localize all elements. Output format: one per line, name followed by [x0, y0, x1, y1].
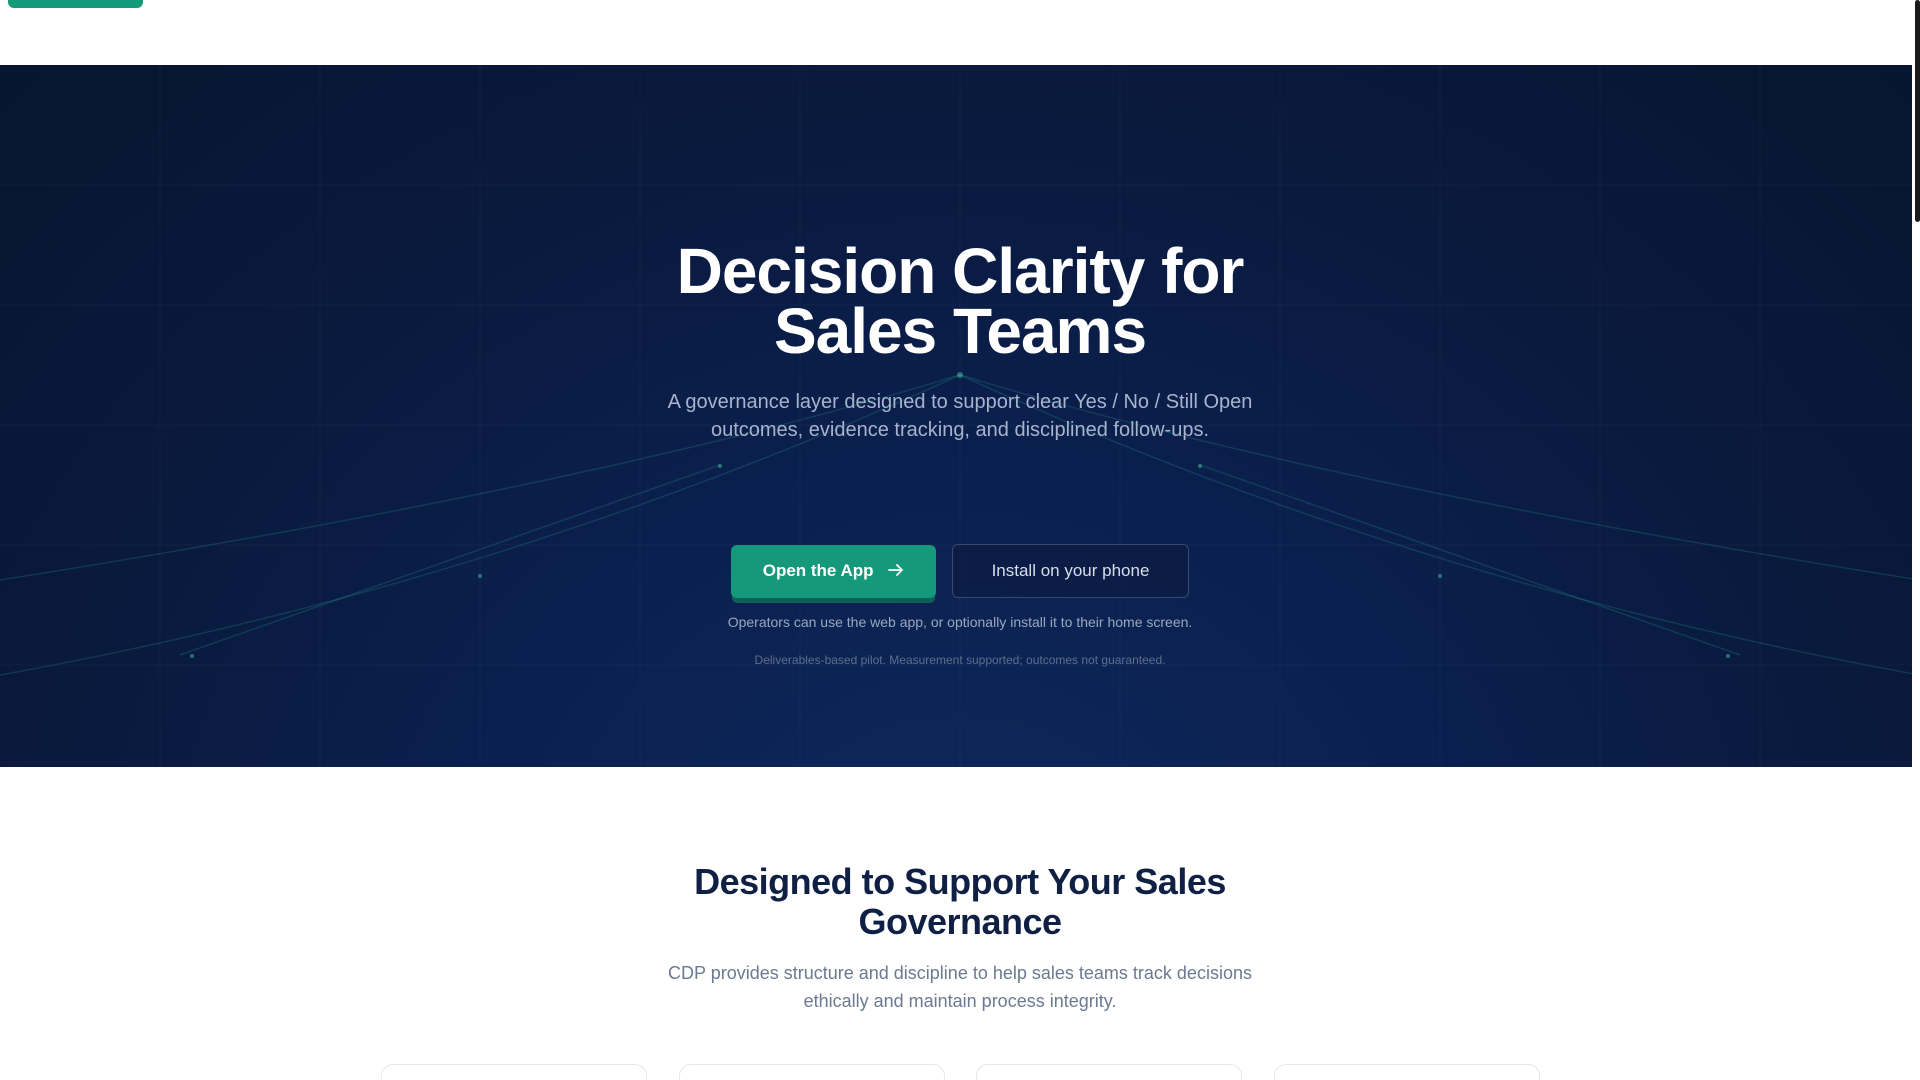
- top-nav-bar: [0, 0, 1920, 65]
- hero-section: Decision Clarity for Sales Teams A gover…: [0, 65, 1920, 767]
- install-phone-button[interactable]: Install on your phone: [952, 544, 1189, 598]
- hero-subtitle-line-2: outcomes, evidence tracking, and discipl…: [710, 419, 1210, 441]
- features-subtitle-line-2: ethically and maintain process integrity…: [803, 991, 1117, 1011]
- features-subtitle: CDP provides structure and discipline to…: [560, 959, 1360, 1015]
- features-title-line-2: Governance: [858, 901, 1062, 942]
- open-app-button[interactable]: Open the App: [731, 545, 936, 598]
- arrow-right-icon: [888, 562, 904, 582]
- hero-title-line-1: Decision Clarity for: [676, 235, 1245, 307]
- feature-card: [976, 1064, 1242, 1080]
- features-subtitle-line-1: CDP provides structure and discipline to…: [668, 963, 1252, 983]
- open-app-button-label: Open the App: [762, 561, 874, 581]
- feature-card: [679, 1064, 945, 1080]
- install-phone-button-label: Install on your phone: [991, 561, 1150, 580]
- scrollbar-thumb[interactable]: [1915, 0, 1920, 222]
- features-title-line-1: Designed to Support Your Sales: [694, 861, 1226, 902]
- landing-page: Decision Clarity for Sales Teams A gover…: [0, 0, 1920, 1080]
- nav-cta-button[interactable]: [8, 0, 143, 8]
- hero-subtitle-line-1: A governance layer designed to support c…: [667, 391, 1253, 413]
- feature-card: [1274, 1064, 1540, 1080]
- hero-subtitle: A governance layer designed to support c…: [560, 388, 1360, 444]
- hero-title-line-2: Sales Teams: [773, 295, 1147, 367]
- features-title: Designed to Support Your Sales Governanc…: [560, 862, 1360, 942]
- hero-note: Operators can use the web app, or option…: [727, 614, 1193, 630]
- feature-card: [381, 1064, 647, 1080]
- hero-title: Decision Clarity for Sales Teams: [560, 235, 1360, 367]
- hero-disclaimer: Deliverables-based pilot. Measurement su…: [754, 653, 1166, 667]
